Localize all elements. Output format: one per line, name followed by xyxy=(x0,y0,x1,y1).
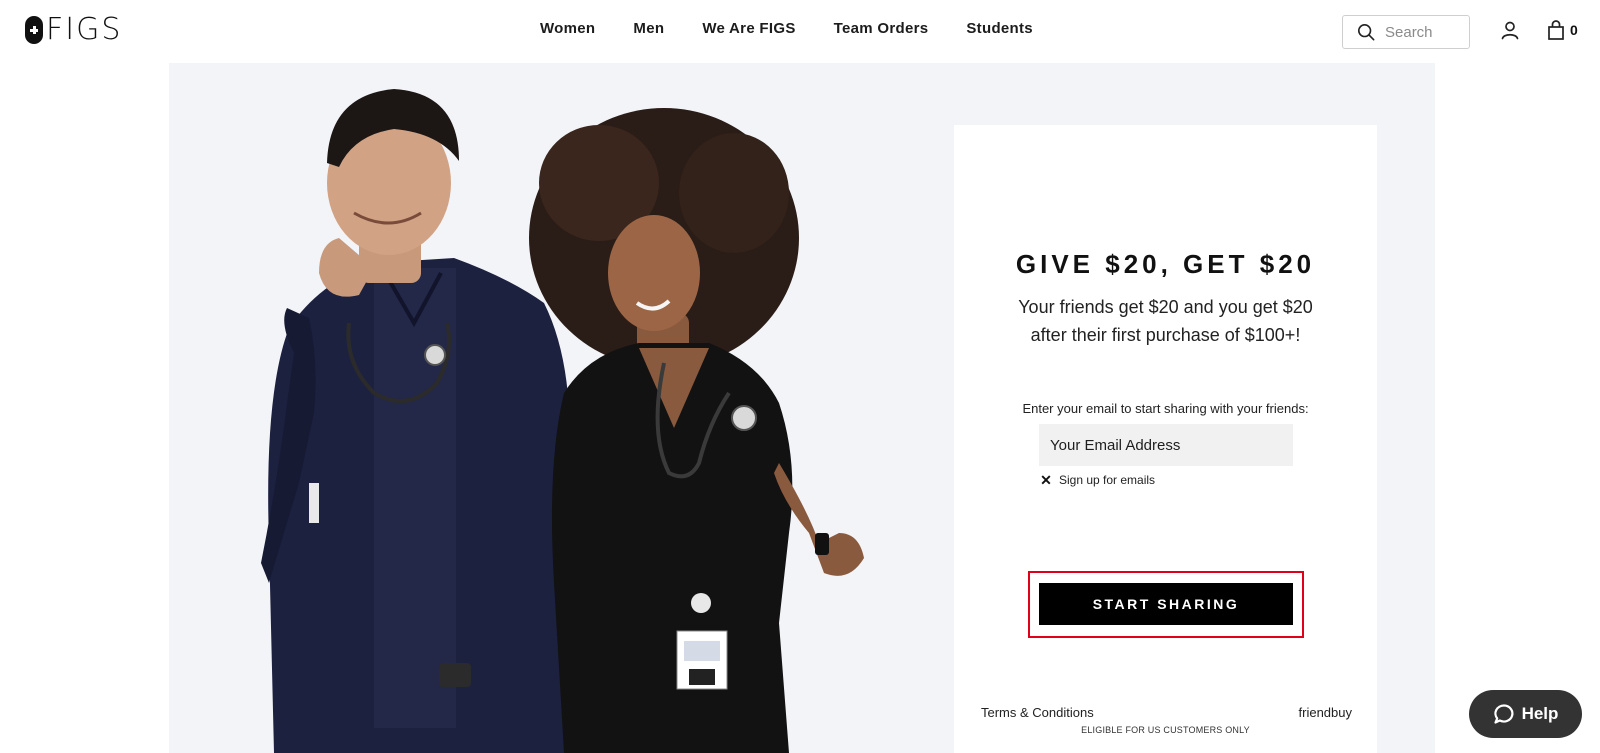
email-optin-checkbox[interactable]: ✕ Sign up for emails xyxy=(1039,473,1155,487)
optin-label: Sign up for emails xyxy=(1059,473,1156,487)
referral-panel: GIVE $20, GET $20 Your friends get $20 a… xyxy=(954,125,1377,753)
figs-logo-mark-icon xyxy=(25,16,43,44)
referral-subtitle-line-2: after their first purchase of $100+! xyxy=(1030,325,1301,345)
main-nav: Women Men We Are FIGS Team Orders Studen… xyxy=(540,20,1033,37)
nav-women[interactable]: Women xyxy=(540,20,595,37)
cart-button[interactable]: 0 xyxy=(1548,19,1578,41)
search-icon xyxy=(1357,23,1375,41)
search-box[interactable] xyxy=(1342,15,1470,49)
nav-team-orders[interactable]: Team Orders xyxy=(834,20,929,37)
referral-title: GIVE $20, GET $20 xyxy=(1015,249,1316,279)
nav-students[interactable]: Students xyxy=(966,20,1033,37)
friendbuy-link[interactable]: friendbuy xyxy=(1299,705,1352,720)
referral-hero: GIVE $20, GET $20 Your friends get $20 a… xyxy=(169,63,1435,753)
nav-men[interactable]: Men xyxy=(633,20,664,37)
eligibility-note: ELIGIBLE FOR US CUSTOMERS ONLY xyxy=(1081,725,1250,735)
logo-text: FIGS xyxy=(46,12,123,47)
chat-bubble-icon xyxy=(1493,704,1514,724)
cart-count: 0 xyxy=(1570,22,1578,38)
help-button[interactable]: Help xyxy=(1469,690,1582,738)
checkmark-x-icon[interactable]: ✕ xyxy=(1039,473,1053,487)
search-input[interactable] xyxy=(1385,23,1469,41)
referral-subtitle-line-1: Your friends get $20 and you get $20 xyxy=(1018,297,1313,317)
site-header: FIGS Women Men We Are FIGS Team Orders S… xyxy=(0,0,1600,62)
start-sharing-button[interactable]: START SHARING xyxy=(1039,583,1293,625)
user-icon[interactable] xyxy=(1500,20,1520,40)
email-prompt: Enter your email to start sharing with y… xyxy=(1022,401,1309,416)
woman-figure xyxy=(529,108,864,753)
shopping-bag-icon xyxy=(1548,20,1564,40)
terms-link[interactable]: Terms & Conditions xyxy=(981,705,1094,720)
referral-subtitle: Your friends get $20 and you get $20 aft… xyxy=(954,293,1377,349)
hero-photo xyxy=(261,89,864,753)
email-field[interactable] xyxy=(1039,424,1293,466)
nav-we-are-figs[interactable]: We Are FIGS xyxy=(702,20,795,37)
help-label: Help xyxy=(1521,704,1559,723)
figs-logo[interactable]: FIGS xyxy=(25,14,122,46)
